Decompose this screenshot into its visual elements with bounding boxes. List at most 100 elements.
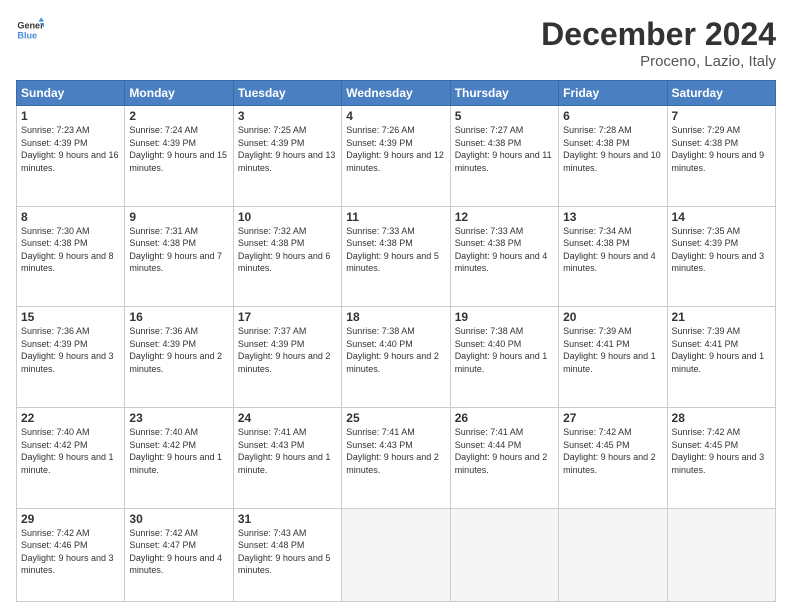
day-info: Sunrise: 7:23 AM Sunset: 4:39 PM Dayligh… <box>21 125 119 173</box>
day-number: 10 <box>238 210 337 224</box>
table-row: 9 Sunrise: 7:31 AM Sunset: 4:38 PM Dayli… <box>125 206 233 307</box>
table-row: 16 Sunrise: 7:36 AM Sunset: 4:39 PM Dayl… <box>125 307 233 408</box>
day-number: 28 <box>672 411 771 425</box>
col-wednesday: Wednesday <box>342 81 450 106</box>
day-info: Sunrise: 7:24 AM Sunset: 4:39 PM Dayligh… <box>129 125 227 173</box>
table-row: 25 Sunrise: 7:41 AM Sunset: 4:43 PM Dayl… <box>342 407 450 508</box>
svg-text:Blue: Blue <box>17 30 37 40</box>
day-number: 26 <box>455 411 554 425</box>
day-info: Sunrise: 7:36 AM Sunset: 4:39 PM Dayligh… <box>129 326 222 374</box>
day-info: Sunrise: 7:39 AM Sunset: 4:41 PM Dayligh… <box>563 326 656 374</box>
day-number: 5 <box>455 109 554 123</box>
day-number: 25 <box>346 411 445 425</box>
day-info: Sunrise: 7:31 AM Sunset: 4:38 PM Dayligh… <box>129 226 222 274</box>
day-number: 8 <box>21 210 120 224</box>
header: General Blue December 2024 Proceno, Lazi… <box>16 16 776 70</box>
table-row: 15 Sunrise: 7:36 AM Sunset: 4:39 PM Dayl… <box>17 307 125 408</box>
logo-icon: General Blue <box>16 16 44 44</box>
day-number: 24 <box>238 411 337 425</box>
table-row: 10 Sunrise: 7:32 AM Sunset: 4:38 PM Dayl… <box>233 206 341 307</box>
day-info: Sunrise: 7:32 AM Sunset: 4:38 PM Dayligh… <box>238 226 331 274</box>
table-row <box>450 508 558 601</box>
table-row: 14 Sunrise: 7:35 AM Sunset: 4:39 PM Dayl… <box>667 206 775 307</box>
day-info: Sunrise: 7:36 AM Sunset: 4:39 PM Dayligh… <box>21 326 114 374</box>
day-number: 17 <box>238 310 337 324</box>
day-number: 15 <box>21 310 120 324</box>
table-row: 29 Sunrise: 7:42 AM Sunset: 4:46 PM Dayl… <box>17 508 125 601</box>
table-row: 6 Sunrise: 7:28 AM Sunset: 4:38 PM Dayli… <box>559 106 667 207</box>
table-row: 7 Sunrise: 7:29 AM Sunset: 4:38 PM Dayli… <box>667 106 775 207</box>
table-row: 2 Sunrise: 7:24 AM Sunset: 4:39 PM Dayli… <box>125 106 233 207</box>
day-info: Sunrise: 7:39 AM Sunset: 4:41 PM Dayligh… <box>672 326 765 374</box>
day-info: Sunrise: 7:41 AM Sunset: 4:44 PM Dayligh… <box>455 427 548 475</box>
table-row: 1 Sunrise: 7:23 AM Sunset: 4:39 PM Dayli… <box>17 106 125 207</box>
day-number: 19 <box>455 310 554 324</box>
table-row: 28 Sunrise: 7:42 AM Sunset: 4:45 PM Dayl… <box>667 407 775 508</box>
day-info: Sunrise: 7:30 AM Sunset: 4:38 PM Dayligh… <box>21 226 114 274</box>
subtitle: Proceno, Lazio, Italy <box>541 53 776 70</box>
day-info: Sunrise: 7:40 AM Sunset: 4:42 PM Dayligh… <box>129 427 222 475</box>
day-info: Sunrise: 7:42 AM Sunset: 4:47 PM Dayligh… <box>129 528 222 576</box>
day-number: 23 <box>129 411 228 425</box>
day-number: 7 <box>672 109 771 123</box>
day-number: 11 <box>346 210 445 224</box>
day-number: 2 <box>129 109 228 123</box>
day-info: Sunrise: 7:33 AM Sunset: 4:38 PM Dayligh… <box>455 226 548 274</box>
table-row: 21 Sunrise: 7:39 AM Sunset: 4:41 PM Dayl… <box>667 307 775 408</box>
day-info: Sunrise: 7:35 AM Sunset: 4:39 PM Dayligh… <box>672 226 765 274</box>
table-row: 18 Sunrise: 7:38 AM Sunset: 4:40 PM Dayl… <box>342 307 450 408</box>
day-info: Sunrise: 7:28 AM Sunset: 4:38 PM Dayligh… <box>563 125 661 173</box>
table-row: 11 Sunrise: 7:33 AM Sunset: 4:38 PM Dayl… <box>342 206 450 307</box>
day-info: Sunrise: 7:27 AM Sunset: 4:38 PM Dayligh… <box>455 125 552 173</box>
table-row: 30 Sunrise: 7:42 AM Sunset: 4:47 PM Dayl… <box>125 508 233 601</box>
title-block: December 2024 Proceno, Lazio, Italy <box>541 16 776 70</box>
table-row: 26 Sunrise: 7:41 AM Sunset: 4:44 PM Dayl… <box>450 407 558 508</box>
day-info: Sunrise: 7:37 AM Sunset: 4:39 PM Dayligh… <box>238 326 331 374</box>
col-thursday: Thursday <box>450 81 558 106</box>
day-number: 12 <box>455 210 554 224</box>
day-info: Sunrise: 7:41 AM Sunset: 4:43 PM Dayligh… <box>346 427 439 475</box>
day-number: 18 <box>346 310 445 324</box>
calendar-header-row: Sunday Monday Tuesday Wednesday Thursday… <box>17 81 776 106</box>
col-sunday: Sunday <box>17 81 125 106</box>
day-info: Sunrise: 7:38 AM Sunset: 4:40 PM Dayligh… <box>455 326 548 374</box>
day-number: 29 <box>21 512 120 526</box>
day-info: Sunrise: 7:25 AM Sunset: 4:39 PM Dayligh… <box>238 125 336 173</box>
day-number: 4 <box>346 109 445 123</box>
day-number: 3 <box>238 109 337 123</box>
table-row <box>342 508 450 601</box>
day-info: Sunrise: 7:38 AM Sunset: 4:40 PM Dayligh… <box>346 326 439 374</box>
col-friday: Friday <box>559 81 667 106</box>
table-row <box>667 508 775 601</box>
day-info: Sunrise: 7:29 AM Sunset: 4:38 PM Dayligh… <box>672 125 765 173</box>
day-number: 1 <box>21 109 120 123</box>
day-info: Sunrise: 7:33 AM Sunset: 4:38 PM Dayligh… <box>346 226 439 274</box>
col-monday: Monday <box>125 81 233 106</box>
day-info: Sunrise: 7:42 AM Sunset: 4:46 PM Dayligh… <box>21 528 114 576</box>
day-number: 13 <box>563 210 662 224</box>
day-number: 31 <box>238 512 337 526</box>
table-row: 23 Sunrise: 7:40 AM Sunset: 4:42 PM Dayl… <box>125 407 233 508</box>
day-number: 6 <box>563 109 662 123</box>
table-row <box>559 508 667 601</box>
table-row: 22 Sunrise: 7:40 AM Sunset: 4:42 PM Dayl… <box>17 407 125 508</box>
day-number: 16 <box>129 310 228 324</box>
day-info: Sunrise: 7:43 AM Sunset: 4:48 PM Dayligh… <box>238 528 331 576</box>
table-row: 19 Sunrise: 7:38 AM Sunset: 4:40 PM Dayl… <box>450 307 558 408</box>
table-row: 5 Sunrise: 7:27 AM Sunset: 4:38 PM Dayli… <box>450 106 558 207</box>
day-number: 20 <box>563 310 662 324</box>
col-saturday: Saturday <box>667 81 775 106</box>
table-row: 24 Sunrise: 7:41 AM Sunset: 4:43 PM Dayl… <box>233 407 341 508</box>
day-number: 21 <box>672 310 771 324</box>
main-title: December 2024 <box>541 16 776 53</box>
table-row: 17 Sunrise: 7:37 AM Sunset: 4:39 PM Dayl… <box>233 307 341 408</box>
table-row: 3 Sunrise: 7:25 AM Sunset: 4:39 PM Dayli… <box>233 106 341 207</box>
table-row: 27 Sunrise: 7:42 AM Sunset: 4:45 PM Dayl… <box>559 407 667 508</box>
table-row: 31 Sunrise: 7:43 AM Sunset: 4:48 PM Dayl… <box>233 508 341 601</box>
day-info: Sunrise: 7:42 AM Sunset: 4:45 PM Dayligh… <box>563 427 656 475</box>
table-row: 20 Sunrise: 7:39 AM Sunset: 4:41 PM Dayl… <box>559 307 667 408</box>
table-row: 12 Sunrise: 7:33 AM Sunset: 4:38 PM Dayl… <box>450 206 558 307</box>
table-row: 4 Sunrise: 7:26 AM Sunset: 4:39 PM Dayli… <box>342 106 450 207</box>
day-number: 22 <box>21 411 120 425</box>
day-info: Sunrise: 7:34 AM Sunset: 4:38 PM Dayligh… <box>563 226 656 274</box>
